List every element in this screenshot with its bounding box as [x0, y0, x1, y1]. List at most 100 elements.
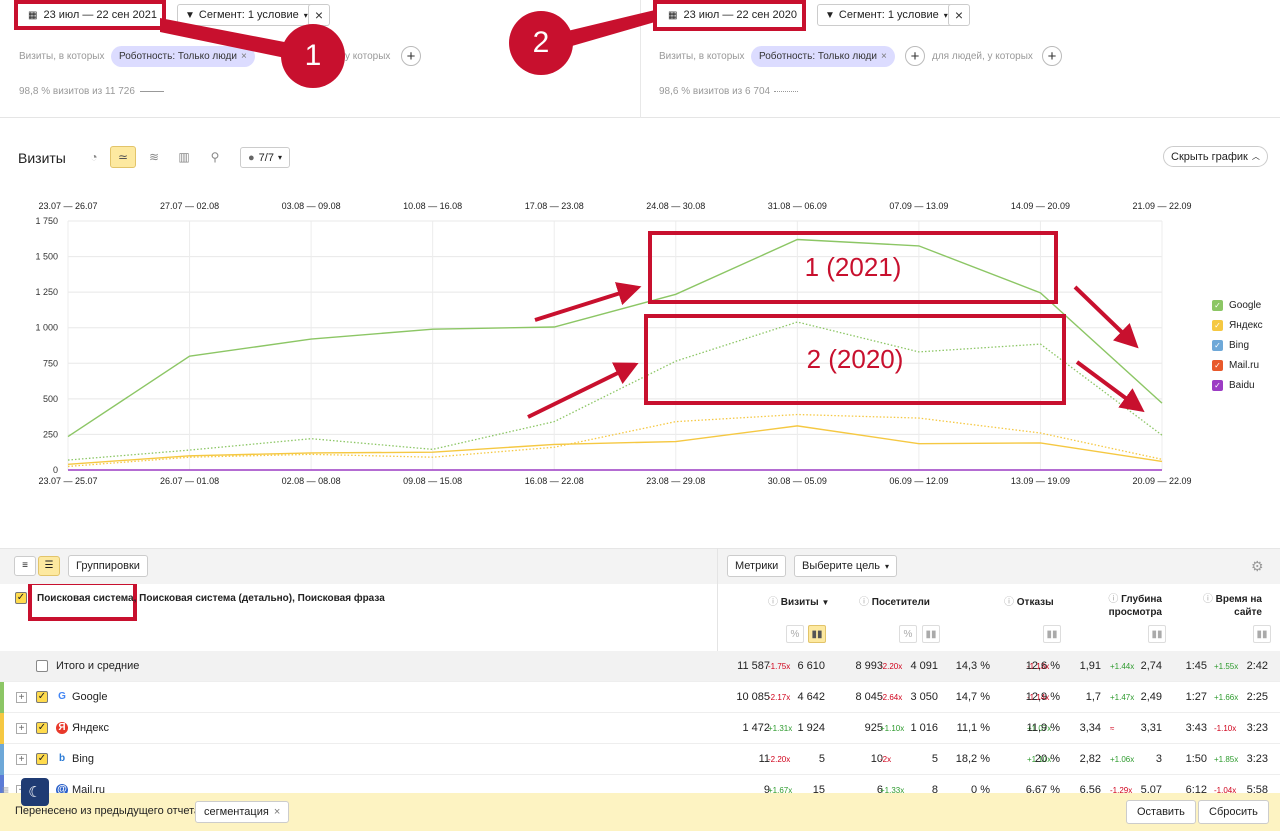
cell-g2: 2,74 [1140, 660, 1162, 672]
cell-t1: 1:50 [1185, 753, 1207, 765]
cell-p2: 1 016 [910, 722, 938, 734]
delta-td: +1.55x [1214, 662, 1239, 671]
row-checkbox[interactable]: ✓ [36, 753, 48, 765]
bar-toggle[interactable]: ▮▮ [808, 625, 826, 643]
cell-b1: 14,7 % [955, 691, 990, 703]
cell-b2: 12,9 % [1025, 691, 1060, 703]
cell-v1: 11 587 [737, 660, 770, 672]
keep-button[interactable]: Оставить [1126, 800, 1196, 824]
arrow [527, 362, 639, 419]
highlight-date-left [14, 0, 166, 30]
delta-td: +1.66x [1214, 693, 1239, 702]
delta-td: -1.10x [1214, 724, 1237, 733]
cell-v2: 5 [818, 753, 825, 765]
highlight-date-right [653, 0, 806, 31]
annotation-circle-2: 2 [509, 11, 573, 75]
table-row[interactable]: + ✓ b Bing 11 -2.20x 5 10 -2x 5 18,2 % +1.10x 20 % 2,… [0, 744, 1280, 775]
sidebar-handle-icon[interactable]: ≡ [2, 783, 9, 797]
cell-b2: 11,9 % [1026, 722, 1060, 734]
cell-t2: 2:42 [1246, 660, 1268, 672]
tree-view-icon[interactable]: ☰ [38, 556, 60, 576]
cell-t2: 3:23 [1246, 753, 1268, 765]
row-checkbox[interactable] [36, 660, 48, 672]
delta-pd: +1.10x [880, 724, 905, 733]
cell-g1: 3,34 [1079, 722, 1101, 734]
cell-p2: 4 091 [910, 660, 938, 672]
cell-p1: 8 993 [855, 660, 883, 672]
delta-gd: +1.06x [1110, 755, 1135, 764]
row-checkbox[interactable]: ✓ [36, 691, 48, 703]
totals-row[interactable]: Итого и средние 11 587 -1.75x 6 610 8 993 -2.… [0, 651, 1280, 682]
expand-icon[interactable]: + [16, 754, 27, 765]
close-icon[interactable]: × [274, 806, 280, 818]
cell-b1: 14,3 % [955, 660, 990, 672]
cell-b2: 20 % [1034, 753, 1060, 765]
bar-toggle[interactable]: ▮▮ [922, 625, 940, 643]
moved-text: Перенесено из предыдущего отчета: [15, 805, 204, 817]
cell-v1: 10 085 [736, 691, 770, 703]
info-icon: ⓘ [859, 597, 869, 608]
cell-g1: 1,7 [1085, 691, 1101, 703]
highlight-2021: 1 (2021) [648, 231, 1058, 304]
moon-icon: ☾ [28, 784, 42, 801]
table-toolbar [0, 548, 1280, 584]
delta-pd: -2.64x [880, 693, 903, 702]
cell-g2: 2,49 [1140, 691, 1162, 703]
expand-icon[interactable]: + [16, 692, 27, 703]
delta-vd: -2.17x [768, 693, 791, 702]
row-checkbox[interactable]: ✓ [36, 722, 48, 734]
expand-icon[interactable]: + [16, 723, 27, 734]
visits-header[interactable]: ⓘ Визиты ▼ [768, 593, 829, 608]
callout-pointer-1 [160, 18, 300, 60]
dimensions-header[interactable]: Поисковая система, Поисковая система (де… [37, 593, 385, 604]
search-engine-icon: b [58, 753, 66, 764]
row-label: Bing [72, 753, 95, 765]
arrow [1075, 360, 1145, 413]
table-row[interactable]: + ✓ Я Яндекс 1 472 +1.31x 1 924 925 +1.10x 1 016 1… [0, 713, 1280, 744]
bar-toggle[interactable]: ▮▮ [1043, 625, 1061, 643]
delta-gd: +1.44x [1110, 662, 1135, 671]
cell-v2: 1 924 [797, 722, 825, 734]
row-label: Итого и средние [56, 660, 140, 672]
toolbar-divider [717, 548, 718, 652]
chevron-down-icon: ▾ [884, 561, 889, 571]
delta-pd: -2.20x [880, 662, 903, 671]
info-icon: ⓘ [1108, 594, 1119, 605]
cell-p1: 8 045 [855, 691, 883, 703]
goal-select[interactable]: Выберите цель ▾ [794, 555, 897, 577]
gear-icon[interactable]: ⚙ [1251, 558, 1264, 575]
cell-b1: 18,2 % [955, 753, 990, 765]
delta-gd: +1.47x [1110, 693, 1135, 702]
row-color-bar [0, 713, 4, 744]
night-mode-button[interactable]: ☾ [21, 778, 49, 806]
bar-toggle[interactable]: ▮▮ [1253, 625, 1271, 643]
cell-b1: 11,1 % [956, 722, 990, 734]
bar-toggle[interactable]: ▮▮ [1148, 625, 1166, 643]
arrow [534, 282, 642, 322]
cell-p2: 3 050 [910, 691, 938, 703]
percent-toggle[interactable]: % [786, 625, 804, 643]
info-icon: ⓘ [768, 597, 778, 608]
cell-t2: 2:25 [1246, 691, 1268, 703]
metrics-button[interactable]: Метрики [727, 555, 787, 577]
cell-v2: 4 642 [797, 691, 825, 703]
delta-vd: +1.31x [768, 724, 793, 733]
time-header[interactable]: ⓘ Время на сайте [1198, 593, 1262, 619]
groupings-button[interactable]: Группировки [68, 555, 148, 577]
cell-p2: 5 [931, 753, 938, 765]
row-color-bar [0, 682, 4, 713]
search-engine-icon: G [58, 691, 66, 702]
cell-g1: 2,82 [1079, 753, 1101, 765]
depth-header[interactable]: ⓘ Глубина просмотра [1090, 593, 1162, 619]
info-icon: ⓘ [1202, 594, 1213, 605]
arrow [1073, 285, 1139, 349]
reset-button[interactable]: Сбросить [1198, 800, 1269, 824]
visitors-header[interactable]: ⓘ Посетители [859, 593, 930, 608]
segmentation-chip[interactable]: сегментация × [195, 801, 290, 823]
bounce-header[interactable]: ⓘ Отказы [1004, 593, 1054, 608]
list-view-icon[interactable]: ≡ [14, 556, 36, 576]
select-all-checkbox[interactable]: ✓ [15, 592, 27, 604]
percent-toggle[interactable]: % [899, 625, 917, 643]
table-row[interactable]: + ✓ G Google 10 085 -2.17x 4 642 8 045 -2.64x 3 0… [0, 682, 1280, 713]
row-label: Google [72, 691, 108, 703]
